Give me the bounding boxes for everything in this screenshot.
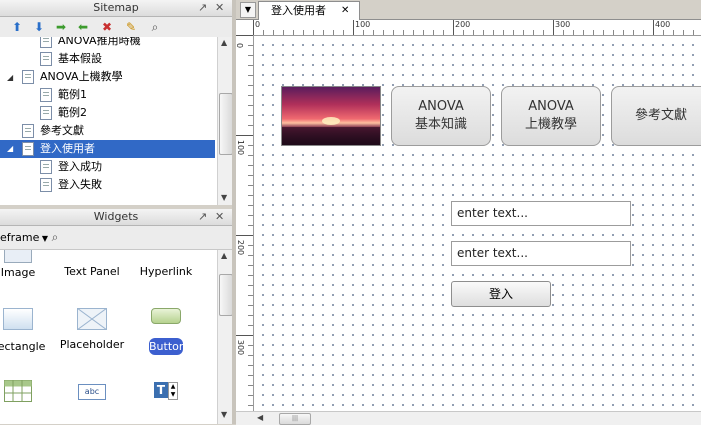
table-icon xyxy=(4,380,32,402)
canvas-horizontal-scrollbar[interactable]: ◀ ||| xyxy=(253,411,701,425)
tree-item-example1[interactable]: 範例1 xyxy=(40,86,87,104)
widget-droplist[interactable]: T ▲ ▼ xyxy=(130,382,202,400)
widget-button[interactable]: Button xyxy=(130,308,202,355)
chevron-down-icon: ▼ xyxy=(39,234,49,243)
ruler-horizontal: 0 100 200 300 400 xyxy=(253,20,701,36)
hyperlink-icon xyxy=(153,250,179,262)
scroll-down-icon[interactable]: ▼ xyxy=(221,193,227,202)
login-button[interactable]: 登入 xyxy=(451,281,551,307)
page-icon xyxy=(22,142,34,156)
widget-placeholder[interactable]: Placeholder xyxy=(56,308,128,351)
collapse-triangle-icon[interactable]: ◢ xyxy=(7,73,13,82)
tab-menu-icon[interactable]: ▼ xyxy=(240,2,256,18)
widgets-toolbar: eframe ▼ ⌕ xyxy=(0,226,232,250)
username-field[interactable]: enter text... xyxy=(451,201,631,226)
close-panel-icon[interactable]: ✕ xyxy=(215,0,224,16)
ruler-label: 300 xyxy=(236,339,246,356)
widgets-scrollbar[interactable]: ▲ ▼ xyxy=(217,250,233,424)
droplist-icon: T ▲ ▼ xyxy=(152,382,180,400)
tree-item-references[interactable]: 參考文獻 xyxy=(22,122,84,140)
ruler-label: 200 xyxy=(455,20,471,29)
library-dropdown[interactable]: eframe ▼ xyxy=(0,231,48,244)
scrollbar-thumb[interactable] xyxy=(219,274,233,316)
button-icon xyxy=(151,308,181,324)
sitemap-scrollbar[interactable]: ▲ ▼ xyxy=(217,37,233,205)
edit-page-icon[interactable]: ✎ xyxy=(124,20,138,34)
collapse-triangle-icon[interactable]: ◢ xyxy=(7,140,13,158)
rectangle-icon xyxy=(3,308,33,330)
widget-image[interactable]: Image xyxy=(0,250,54,279)
tree-item-anova-tutorial[interactable]: ANOVA上機教學 xyxy=(22,68,123,86)
page-icon xyxy=(22,70,34,84)
close-panel-icon[interactable]: ✕ xyxy=(215,209,224,225)
pin-icon[interactable]: ↗ xyxy=(198,0,207,16)
sitemap-toolbar: ⬆ ⬇ ➡ ⬅ ✖ ✎ ⌕ xyxy=(0,17,232,38)
tree-item-anova-usage[interactable]: ANOVA推用時機 xyxy=(40,37,141,50)
scrollbar-thumb[interactable]: ||| xyxy=(279,413,311,425)
sitemap-panel-header: Sitemap ↗ ✕ xyxy=(0,0,232,17)
password-field[interactable]: enter text... xyxy=(451,241,631,266)
widget-text-field[interactable]: abc xyxy=(56,384,128,400)
ruler-label: 400 xyxy=(655,20,671,29)
tree-item-example2[interactable]: 範例2 xyxy=(40,104,87,122)
page-icon xyxy=(22,124,34,138)
search-icon[interactable]: ⌕ xyxy=(48,230,62,244)
tree-item-basic-assumptions[interactable]: 基本假設 xyxy=(40,50,102,68)
page-icon xyxy=(40,37,52,48)
tab-login-user[interactable]: 登入使用者 ✕ xyxy=(258,1,360,20)
indent-icon[interactable]: ➡ xyxy=(54,20,68,34)
ruler-label: 100 xyxy=(236,139,246,156)
sitemap-tree: ANOVA推用時機 基本假設 ◢ ANOVA上機教學 範例1 範例2 參考文獻 … xyxy=(0,37,217,205)
scroll-up-icon[interactable]: ▲ xyxy=(221,251,227,260)
widgets-title: Widgets xyxy=(93,210,139,223)
widget-rectangle[interactable]: Rectangle xyxy=(0,308,54,353)
scrollbar-thumb[interactable] xyxy=(219,93,233,155)
ruler-vertical: 0 100 200 300 xyxy=(236,35,254,411)
text-panel-icon xyxy=(79,250,105,262)
nav-button-anova-basics[interactable]: ANOVA 基本知識 xyxy=(391,86,491,146)
ruler-label: 200 xyxy=(236,239,246,256)
pin-icon[interactable]: ↗ xyxy=(198,209,207,225)
scroll-down-icon[interactable]: ▼ xyxy=(221,410,227,419)
widget-text-panel[interactable]: Text Panel xyxy=(56,250,128,278)
tree-item-login-failure[interactable]: 登入失敗 xyxy=(40,176,102,194)
scroll-left-icon[interactable]: ◀ xyxy=(257,413,263,422)
image-icon xyxy=(4,250,32,263)
tree-item-login-success[interactable]: 登入成功 xyxy=(40,158,102,176)
page-icon xyxy=(40,52,52,66)
outdent-icon[interactable]: ⬅ xyxy=(76,20,90,34)
delete-page-icon[interactable]: ✖ xyxy=(100,20,114,34)
sunset-image[interactable] xyxy=(281,86,381,146)
search-icon[interactable]: ⌕ xyxy=(148,20,162,34)
nav-button-references[interactable]: 參考文獻 xyxy=(611,86,701,146)
widgets-panel-header: Widgets ↗ ✕ xyxy=(0,209,232,226)
sitemap-title: Sitemap xyxy=(93,1,139,14)
scroll-up-icon[interactable]: ▲ xyxy=(221,38,227,47)
move-down-icon[interactable]: ⬇ xyxy=(32,20,46,34)
tab-strip: ▼ 登入使用者 ✕ xyxy=(236,0,701,20)
widgets-library: Image Text Panel Hyperlink Rectangle Pla… xyxy=(0,250,217,424)
close-tab-icon[interactable]: ✕ xyxy=(341,2,349,19)
page-icon xyxy=(40,106,52,120)
widget-table[interactable] xyxy=(0,380,54,402)
move-up-icon[interactable]: ⬆ xyxy=(10,20,24,34)
ruler-label: 100 xyxy=(355,20,371,29)
ruler-label: 0 xyxy=(255,20,261,29)
design-canvas[interactable]: ANOVA 基本知識 ANOVA 上機教學 參考文獻 enter text...… xyxy=(254,36,701,411)
tree-item-login-user[interactable]: ◢ 登入使用者 xyxy=(0,140,215,158)
widget-hyperlink[interactable]: Hyperlink xyxy=(130,250,202,278)
ruler-label: 0 xyxy=(236,43,244,48)
page-icon xyxy=(40,88,52,102)
nav-button-anova-tutorial[interactable]: ANOVA 上機教學 xyxy=(501,86,601,146)
text-field-icon: abc xyxy=(78,384,106,400)
page-icon xyxy=(40,178,52,192)
placeholder-icon xyxy=(77,308,107,330)
scroll-corner xyxy=(236,411,253,425)
ruler-label: 300 xyxy=(555,20,571,29)
ruler-corner xyxy=(236,20,254,36)
page-icon xyxy=(40,160,52,174)
